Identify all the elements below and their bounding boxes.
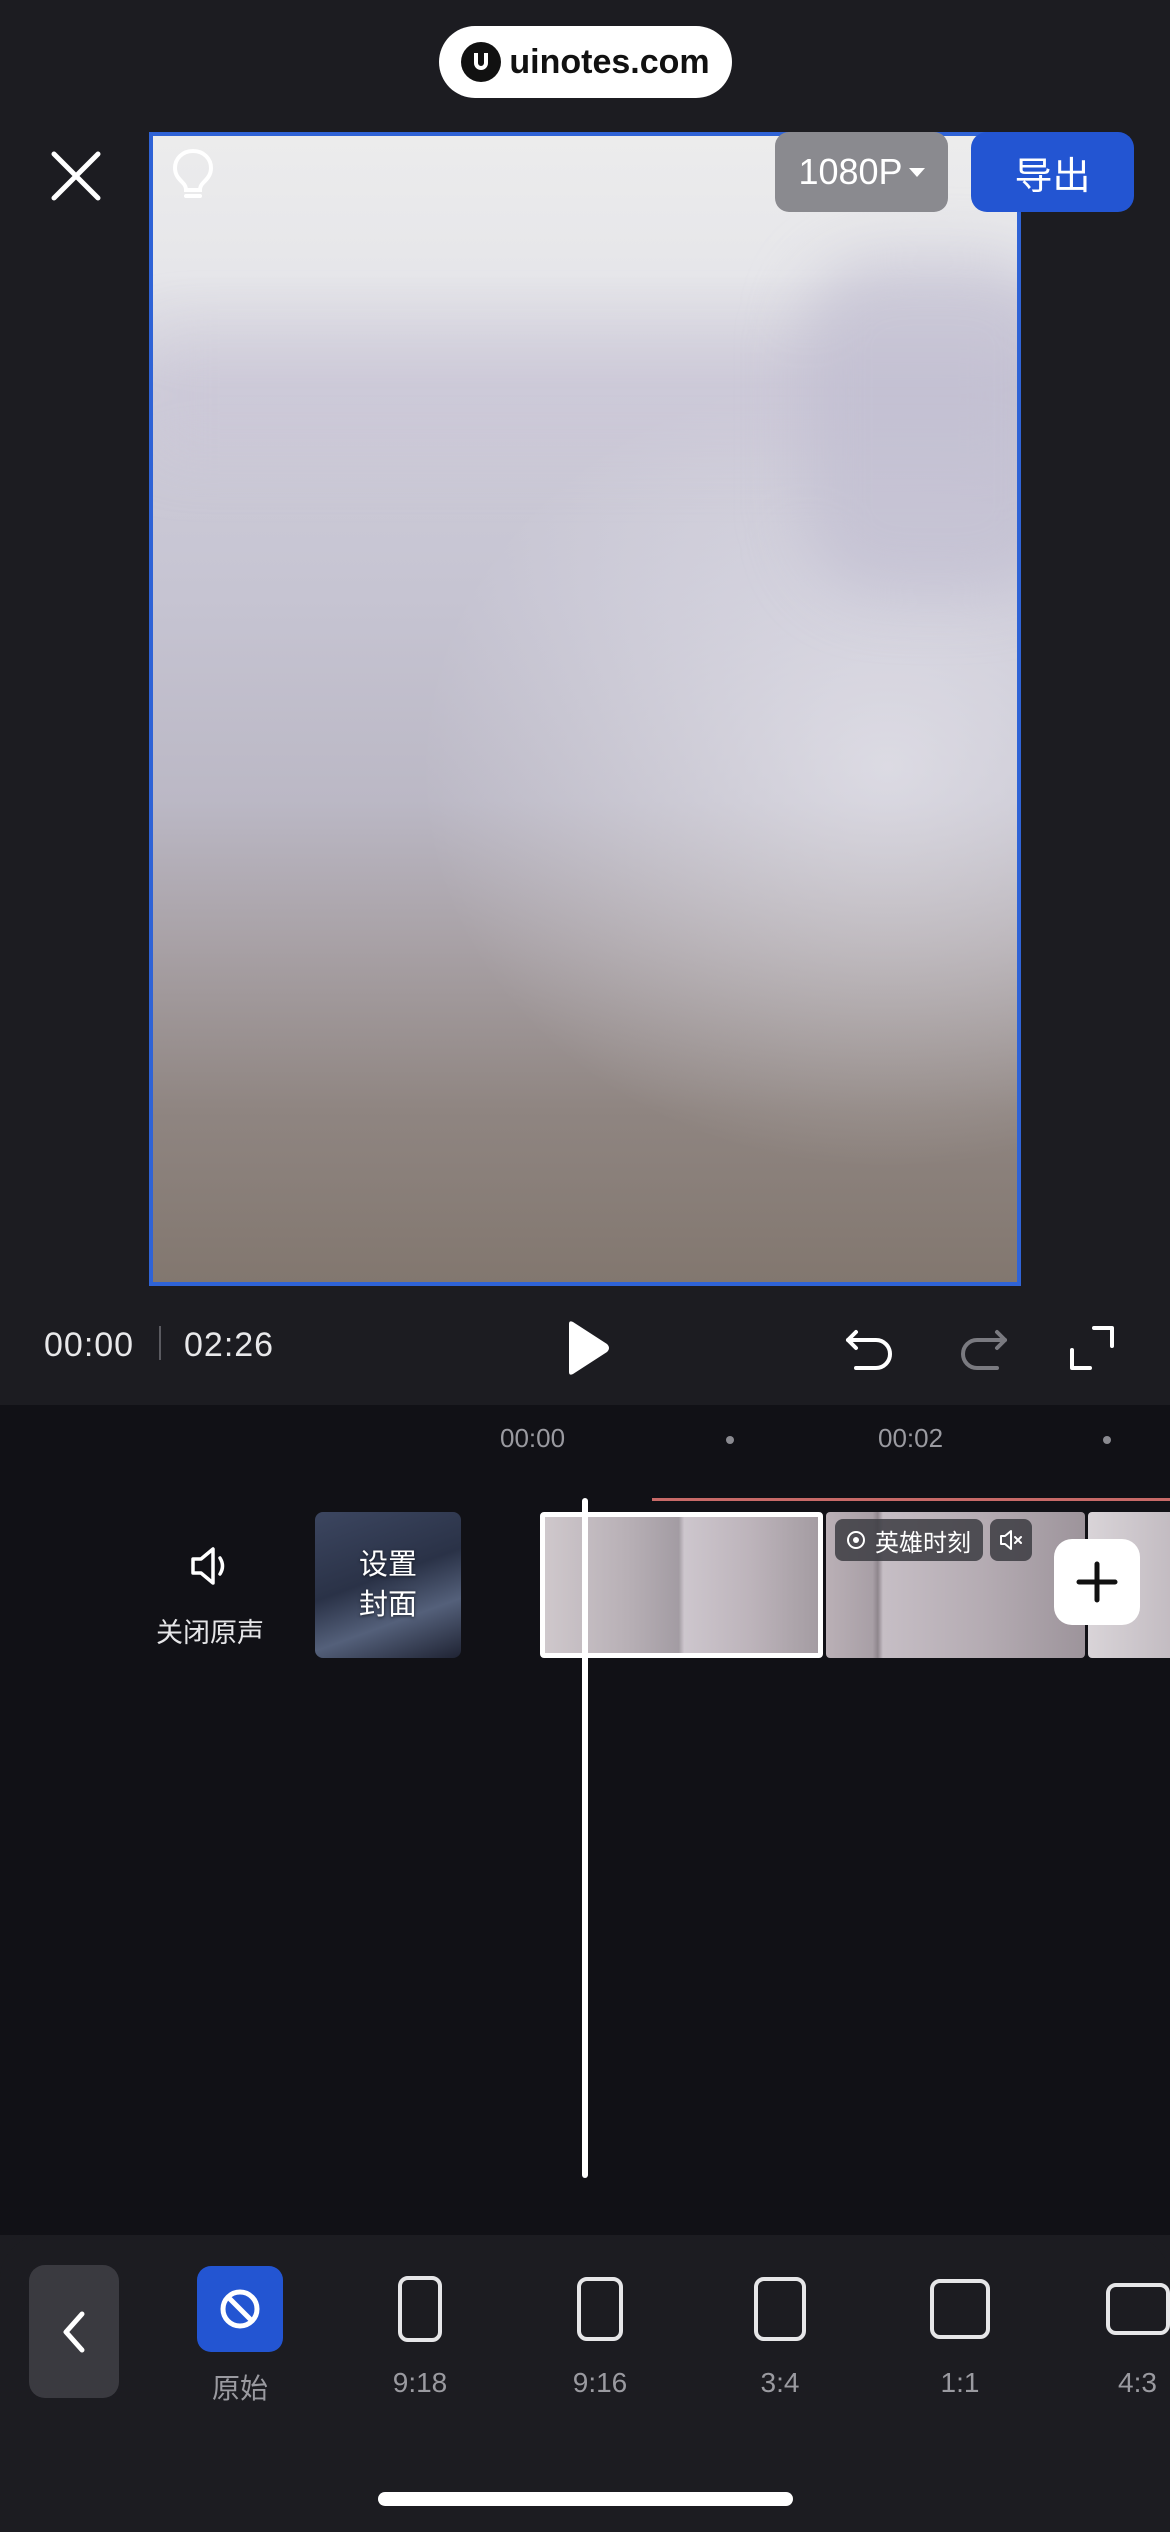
ruler-label-0: 00:00 <box>500 1423 566 1453</box>
ratio-option-3-4[interactable]: 3:4 <box>720 2265 840 2405</box>
plus-icon <box>1076 1561 1118 1603</box>
close-icon[interactable] <box>46 146 106 206</box>
ban-icon <box>197 2266 283 2352</box>
mute-original-label: 关闭原声 <box>156 1618 264 1648</box>
resolution-label: 1080P <box>798 151 903 192</box>
play-icon[interactable] <box>555 1318 615 1378</box>
ratio-label: 9:18 <box>392 2367 448 2398</box>
ratio-label: 9:16 <box>572 2367 628 2398</box>
ratio-label: 1:1 <box>940 2367 980 2398</box>
ratio-label: 原始 <box>211 2373 268 2404</box>
ratio-3-4-icon <box>754 2277 806 2341</box>
redo-icon[interactable] <box>955 1320 1011 1376</box>
caret-down-icon <box>908 167 925 177</box>
editor-top-area: uinotes.com 1080P 导出 00:00 02:26 <box>0 0 1170 1405</box>
add-clip-button[interactable] <box>1054 1539 1140 1625</box>
home-indicator <box>378 2492 793 2506</box>
aspect-ratio-panel: 原始 9:18 9:16 3:4 1:1 4:3 <box>0 2235 1170 2532</box>
ratio-label: 3:4 <box>760 2367 800 2398</box>
speaker-icon <box>191 1547 225 1585</box>
ratio-9-16-icon <box>577 2277 623 2341</box>
hero-moment-tag[interactable]: 英雄时刻 <box>835 1519 983 1561</box>
muted-speaker-icon[interactable] <box>990 1519 1032 1561</box>
resolution-dropdown[interactable]: 1080P <box>775 132 948 212</box>
ratio-option-9-18[interactable]: 9:18 <box>360 2265 480 2405</box>
uinotes-logo-icon <box>461 42 502 82</box>
time-divider <box>159 1326 161 1360</box>
ratio-option-9-16[interactable]: 9:16 <box>540 2265 660 2405</box>
lightbulb-icon[interactable] <box>167 146 219 204</box>
target-icon <box>847 1531 865 1549</box>
mute-original-audio-toggle[interactable]: 关闭原声 <box>140 1525 280 1648</box>
ratio-1-1-icon <box>930 2279 990 2339</box>
video-preview[interactable] <box>149 132 1021 1286</box>
timeline-area[interactable]: 00:00 00:02 关闭原声 设置 封面 英雄时刻 <box>0 1405 1170 2235</box>
playhead[interactable] <box>582 1498 588 2178</box>
undo-icon[interactable] <box>842 1320 898 1376</box>
audio-track-line <box>652 1498 1170 1501</box>
ratio-9-18-icon <box>398 2276 442 2342</box>
ruler-dot <box>726 1436 734 1444</box>
back-button[interactable] <box>29 2265 119 2398</box>
ratio-option-1-1[interactable]: 1:1 <box>900 2265 1020 2405</box>
chevron-left-icon <box>63 2311 85 2352</box>
playback-bar: 00:00 02:26 <box>0 1296 1170 1396</box>
export-button[interactable]: 导出 <box>971 132 1134 212</box>
ruler-label-1: 00:02 <box>878 1423 944 1453</box>
ratio-option-4-3[interactable]: 4:3 <box>1080 2265 1170 2405</box>
total-time: 02:26 <box>184 1326 275 1364</box>
watermark-text: uinotes.com <box>509 42 710 81</box>
ratio-option-original[interactable]: 原始 <box>180 2265 300 2405</box>
fullscreen-icon[interactable] <box>1064 1320 1120 1376</box>
ratio-label: 4:3 <box>1118 2367 1157 2398</box>
current-time: 00:00 <box>44 1326 135 1364</box>
cover-label-line2: 封面 <box>358 1589 417 1621</box>
ratio-4-3-icon <box>1106 2283 1170 2335</box>
watermark-badge: uinotes.com <box>439 26 732 98</box>
ruler-dot <box>1103 1436 1111 1444</box>
hero-moment-label: 英雄时刻 <box>875 1529 971 1557</box>
set-cover-button[interactable]: 设置 封面 <box>315 1512 461 1658</box>
cover-label-line1: 设置 <box>358 1549 417 1581</box>
